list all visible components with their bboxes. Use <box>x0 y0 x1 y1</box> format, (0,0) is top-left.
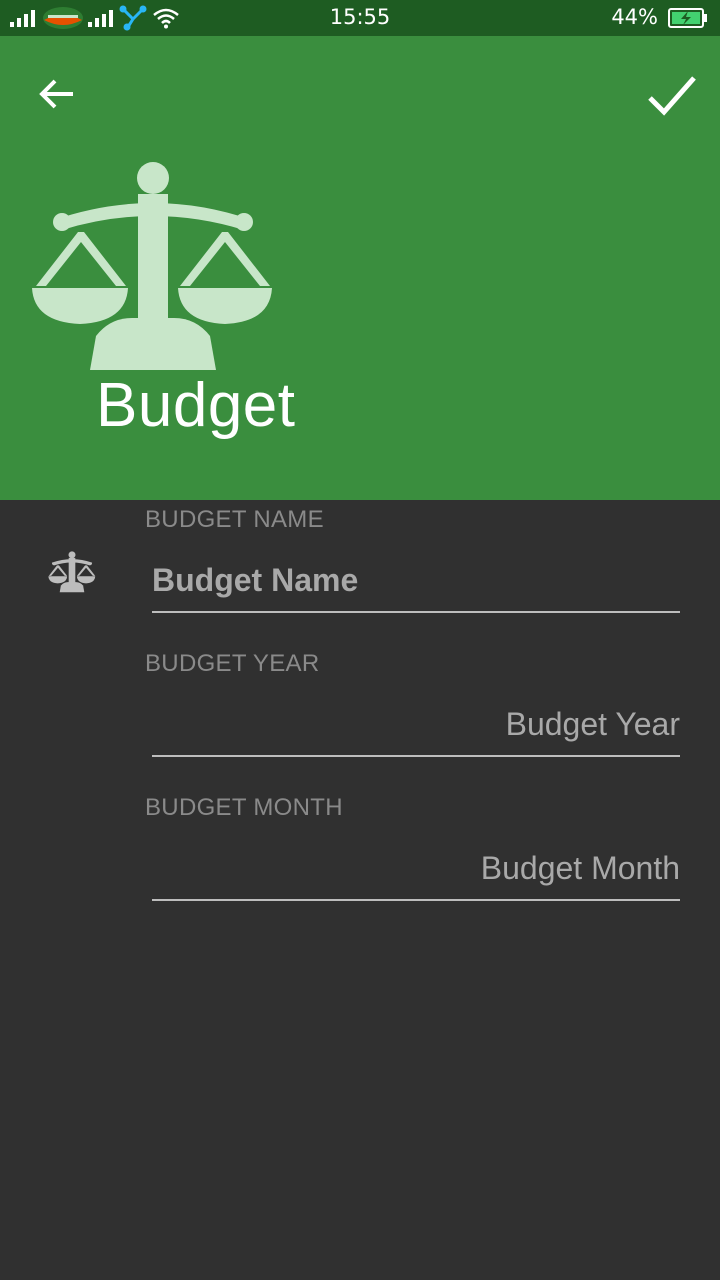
balance-scale-icon <box>48 550 96 598</box>
header: Budget <box>0 36 720 500</box>
done-button[interactable] <box>642 66 702 126</box>
battery-charging-icon <box>668 8 708 32</box>
checkmark-icon <box>648 76 696 116</box>
page-title: Budget <box>96 371 296 440</box>
back-button[interactable] <box>32 72 80 120</box>
balance-scale-icon <box>30 158 276 378</box>
budget-year-input[interactable]: Budget Year <box>152 697 680 757</box>
arrow-left-icon <box>39 79 73 109</box>
budget-month-label: BUDGET MONTH <box>145 794 343 821</box>
status-bar: 15:55 44% <box>0 0 720 36</box>
budget-name-input[interactable]: Budget Name <box>152 553 680 613</box>
budget-month-input[interactable]: Budget Month <box>152 841 680 901</box>
budget-year-label: BUDGET YEAR <box>145 650 320 677</box>
budget-name-label: BUDGET NAME <box>145 506 324 533</box>
battery-percent: 44% <box>611 5 658 29</box>
